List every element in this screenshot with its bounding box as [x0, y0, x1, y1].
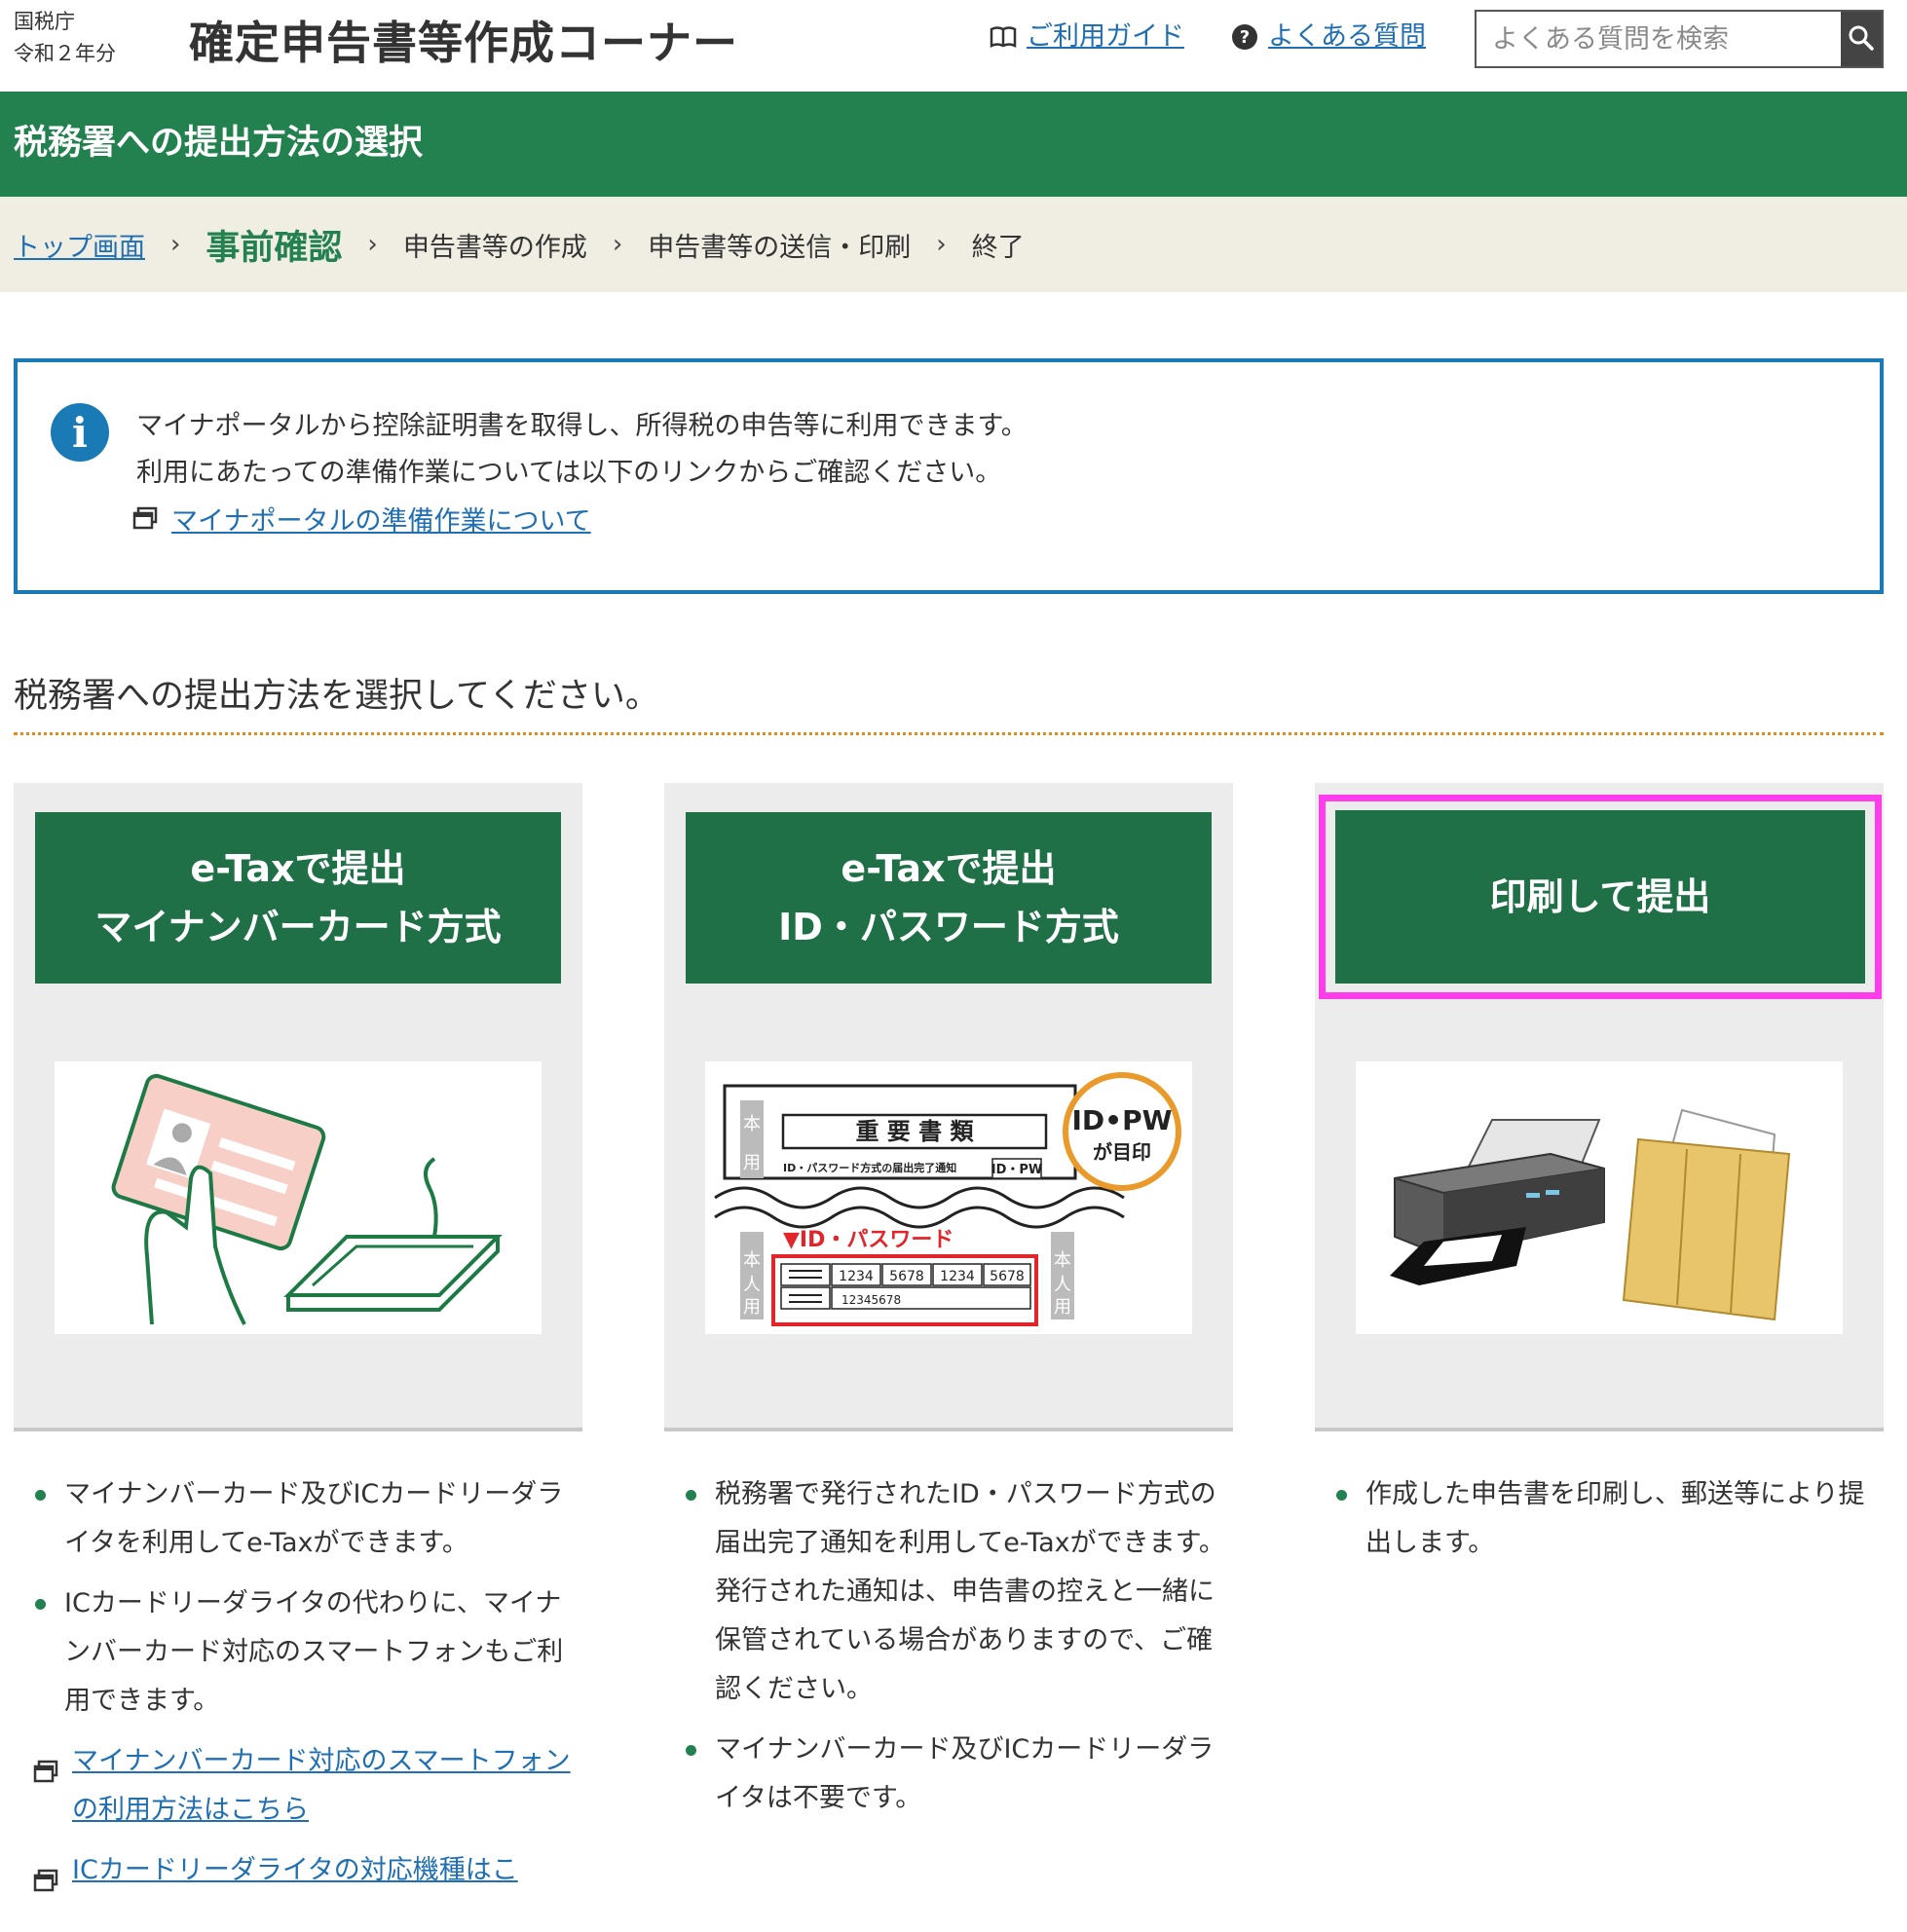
side-label-top: 本: [743, 1114, 761, 1134]
button-label-line2: ID・パスワード方式: [778, 906, 1119, 948]
breadcrumb-step-end: 終了: [971, 232, 1025, 263]
button-label-line1: e-Taxで提出: [190, 847, 406, 890]
breadcrumb: トップ画面 › 事前確認 › 申告書等の作成 › 申告書等の送信・印刷 › 終了: [0, 197, 1907, 292]
mynaportal-setup-link[interactable]: マイナポータルの準備作業について: [171, 502, 591, 541]
description-bullet: マイナンバーカード及びICカードリーダライタは不要です。: [664, 1726, 1233, 1823]
info-text-line1: マイナポータルから控除証明書を取得し、所得税の申告等に利用できます。: [136, 411, 1028, 441]
svg-text:?: ?: [1240, 27, 1250, 48]
stamp-line2: が目印: [1093, 1140, 1151, 1164]
breadcrumb-step-create: 申告書等の作成: [402, 232, 587, 263]
breadcrumb-current-step: 事前確認: [206, 228, 343, 268]
svg-text:用: 用: [1054, 1297, 1071, 1318]
info-text-line2: 利用にあたっての準備作業については以下のリンクからご確認ください。: [136, 458, 1002, 488]
guide-link-group[interactable]: ご利用ガイド: [990, 18, 1184, 56]
breadcrumb-step-send: 申告書等の送信・印刷: [648, 232, 912, 263]
option-card-idpw: e-Taxで提出 ID・パスワード方式 本 用 重 要 書 類 ID・パスワード…: [664, 783, 1233, 1431]
description-idpw: 税務署で発行されたID・パスワード方式の届出完了通知を利用してe-Taxができま…: [664, 1470, 1233, 1835]
svg-text:人: 人: [1054, 1275, 1071, 1295]
chevron-right-icon: ›: [936, 230, 947, 259]
divider: [14, 732, 1884, 735]
idpw-notice-illustration: 本 用 重 要 書 類 ID・パスワード方式の届出完了通知 ID・PW 本 人 …: [705, 1061, 1192, 1334]
button-label-line1: e-Taxで提出: [841, 847, 1057, 890]
doc-tag: ID・PW: [991, 1163, 1043, 1177]
print-button-inner: 印刷して提出: [1335, 810, 1865, 984]
svg-text:本: 本: [1054, 1250, 1071, 1271]
button-label-line2: マイナンバーカード方式: [94, 906, 502, 948]
print-submit-button[interactable]: 印刷して提出: [1319, 795, 1882, 999]
stamp-line1: ID•PW: [1072, 1104, 1173, 1136]
faq-link-group[interactable]: ? よくある質問: [1231, 18, 1426, 56]
id-cell-2: 5678: [889, 1269, 924, 1284]
reader-models-link-group[interactable]: ICカードリーダライタの対応機種はこ: [14, 1846, 582, 1895]
doc-subtitle: ID・パスワード方式の届出完了通知: [783, 1161, 956, 1174]
card-reader-illustration: [55, 1061, 542, 1334]
section-heading: 税務署への提出方法を選択してください。: [14, 677, 659, 716]
site-header: 国税庁 令和２年分 確定申告書等作成コーナー ご利用ガイド ? よくある質問: [0, 0, 1907, 92]
guide-link[interactable]: ご利用ガイド: [1027, 18, 1184, 56]
search-button[interactable]: [1841, 12, 1882, 66]
info-icon: i: [51, 403, 109, 462]
question-icon: ?: [1231, 23, 1258, 51]
smartphone-usage-link[interactable]: マイナンバーカード対応のスマートフォンの利用方法はこちら: [72, 1746, 571, 1825]
pw-cell: 12345678: [841, 1293, 901, 1307]
reader-models-link[interactable]: ICカードリーダライタの対応機種はこ: [72, 1855, 518, 1885]
agency-label: 国税庁 令和２年分: [14, 6, 116, 70]
id-cell-1: 1234: [839, 1269, 874, 1284]
faq-search: [1475, 10, 1884, 68]
new-window-icon: [132, 502, 158, 541]
bullet-text: 税務署で発行されたID・パスワード方式の届出完了通知を利用してe-Taxができま…: [715, 1479, 1225, 1558]
option-card-mynumber: e-Taxで提出 マイナンバーカード方式: [14, 783, 582, 1431]
option-card-print: 印刷して提出: [1315, 783, 1884, 1431]
title-bar: 税務署への提出方法の選択: [0, 92, 1907, 197]
new-window-icon: [33, 1860, 58, 1909]
svg-text:用: 用: [743, 1153, 761, 1173]
info-notice: i マイナポータルから控除証明書を取得し、所得税の申告等に利用できます。 利用に…: [14, 358, 1884, 594]
page-title: 税務署への提出方法の選択: [14, 124, 424, 163]
search-icon: [1848, 24, 1875, 55]
description-bullet: マイナンバーカード及びICカードリーダライタを利用してe-Taxができます。: [14, 1470, 582, 1568]
description-bullet: ICカードリーダライタの代わりに、マイナンバーカード対応のスマートフォンもご利用…: [14, 1579, 582, 1726]
info-link-group[interactable]: マイナポータルの準備作業について: [132, 502, 591, 541]
description-bullet: 税務署で発行されたID・パスワード方式の届出完了通知を利用してe-Taxができま…: [664, 1470, 1233, 1714]
faq-search-input[interactable]: [1477, 12, 1841, 66]
svg-text:人: 人: [743, 1275, 761, 1295]
idpw-red-label: ▼ID・パスワード: [783, 1228, 954, 1252]
chevron-right-icon: ›: [367, 230, 378, 259]
tax-year: 令和２年分: [14, 42, 116, 65]
svg-text:用: 用: [743, 1297, 761, 1318]
description-print: 作成した申告書を印刷し、郵送等により提出します。: [1315, 1470, 1884, 1579]
description-bullet: 作成した申告書を印刷し、郵送等により提出します。: [1315, 1470, 1884, 1568]
id-cell-4: 5678: [990, 1269, 1025, 1284]
chevron-right-icon: ›: [170, 230, 181, 259]
smartphone-usage-link-group[interactable]: マイナンバーカード対応のスマートフォンの利用方法はこちら: [14, 1737, 582, 1835]
site-title: 確定申告書等作成コーナー: [189, 17, 738, 69]
agency-name: 国税庁: [14, 10, 75, 33]
chevron-right-icon: ›: [612, 230, 623, 259]
svg-text:本: 本: [743, 1250, 761, 1271]
doc-title: 重 要 書 類: [855, 1118, 974, 1145]
description-mynumber: マイナンバーカード及びICカードリーダライタを利用してe-Taxができます。 I…: [14, 1470, 582, 1907]
etax-idpw-button[interactable]: e-Taxで提出 ID・パスワード方式: [686, 812, 1212, 984]
breadcrumb-top-link[interactable]: トップ画面: [14, 226, 145, 264]
bullet-extra-text: 発行された通知は、申告書の控えと一緒に保管されている場合がありますので、ご確認く…: [715, 1577, 1215, 1704]
faq-link[interactable]: よくある質問: [1268, 18, 1426, 56]
printer-envelope-illustration: [1356, 1061, 1843, 1334]
new-window-icon: [33, 1751, 58, 1800]
id-cell-3: 1234: [940, 1269, 975, 1284]
button-label: 印刷して提出: [1489, 875, 1711, 918]
book-icon: [990, 25, 1017, 49]
etax-mynumber-card-button[interactable]: e-Taxで提出 マイナンバーカード方式: [35, 812, 561, 984]
